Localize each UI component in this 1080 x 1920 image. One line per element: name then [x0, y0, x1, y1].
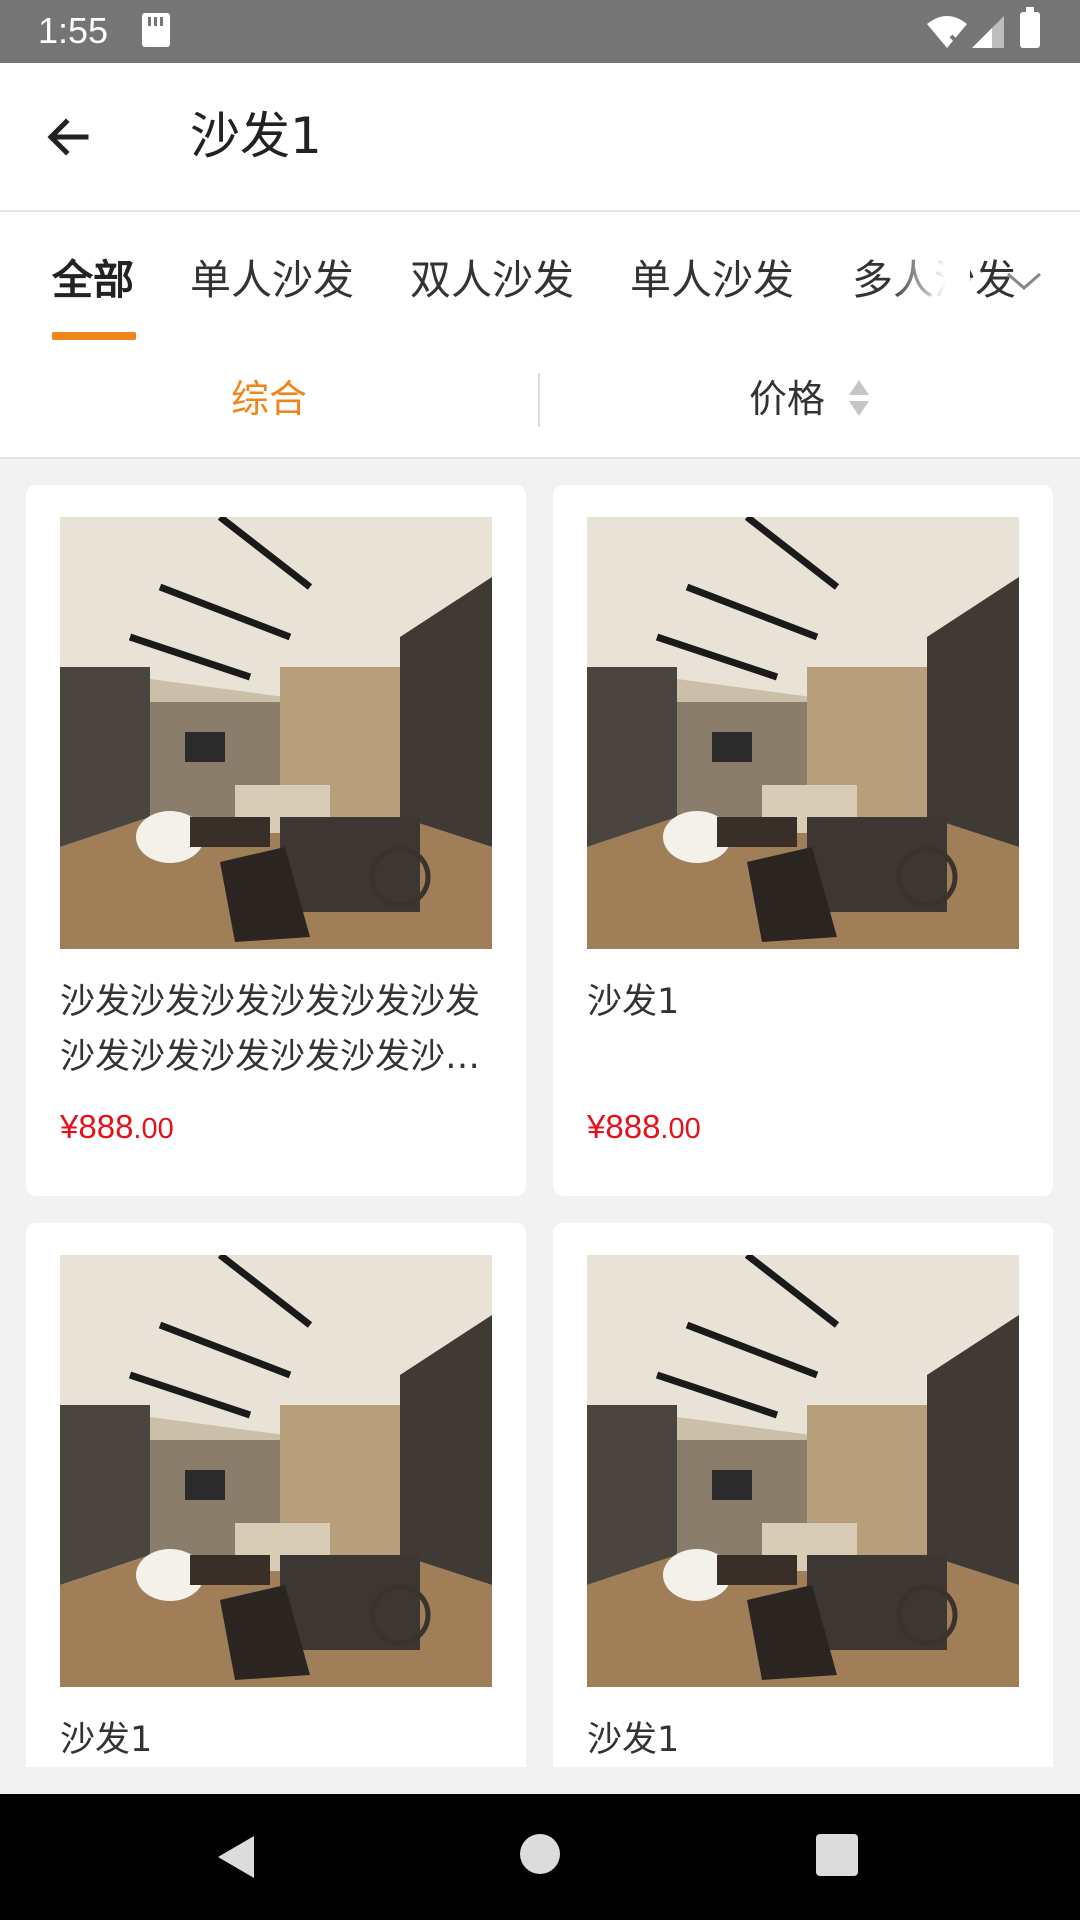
- nav-back-icon[interactable]: [212, 1832, 262, 1882]
- page-title: 沙发1: [190, 107, 322, 165]
- product-name: 沙发沙发沙发沙发沙发沙发沙发沙发沙发沙发沙发沙发沙发沙发: [60, 982, 481, 1077]
- category-tabs: 全部 单人沙发 双人沙发 单人沙发 多人沙发: [0, 212, 1080, 347]
- product-name: 沙发1: [587, 982, 680, 1022]
- app-bar: 沙发1: [0, 63, 1080, 212]
- product-name: 沙发1: [60, 1720, 153, 1760]
- product-image: [60, 1255, 492, 1687]
- sort-bar: 综合 价格: [0, 347, 1080, 459]
- product-card[interactable]: 沙发1: [553, 1223, 1053, 1767]
- battery-icon: [1020, 7, 1040, 48]
- product-name: 沙发1: [587, 1720, 680, 1760]
- navigation-bar: [0, 1794, 1080, 1920]
- product-card[interactable]: 沙发1 ¥888.00: [553, 485, 1053, 1196]
- status-time: 1:55: [38, 10, 109, 51]
- price-integer: 888: [78, 1108, 134, 1145]
- wifi-icon: [927, 16, 967, 50]
- product-card[interactable]: 沙发1: [26, 1223, 526, 1767]
- sort-price-label: 价格: [748, 377, 825, 421]
- price-cents: .00: [133, 1113, 174, 1145]
- tab-single-sofa-2[interactable]: 单人沙发: [630, 252, 794, 308]
- nav-recent-icon[interactable]: [816, 1834, 858, 1876]
- price-symbol: ¥: [587, 1108, 606, 1145]
- tab-double-sofa[interactable]: 双人沙发: [410, 252, 574, 308]
- tab-indicator: [52, 332, 136, 340]
- tab-all[interactable]: 全部: [52, 252, 134, 308]
- product-image: [60, 517, 492, 949]
- sort-general[interactable]: 综合: [0, 347, 538, 457]
- nav-home-icon[interactable]: [518, 1832, 562, 1876]
- tabs-fade: [890, 212, 970, 347]
- product-price: ¥888.00: [587, 1105, 701, 1151]
- tab-single-sofa[interactable]: 单人沙发: [190, 252, 354, 308]
- price-integer: 888: [605, 1108, 661, 1145]
- product-image: [587, 1255, 1019, 1687]
- chevron-down-icon[interactable]: [1000, 264, 1048, 296]
- signal-icon: [972, 16, 1004, 48]
- price-cents: .00: [660, 1113, 701, 1145]
- product-image: [587, 517, 1019, 949]
- back-arrow-icon[interactable]: [40, 109, 96, 165]
- product-price: ¥888.00: [60, 1105, 174, 1151]
- product-card[interactable]: 沙发沙发沙发沙发沙发沙发沙发沙发沙发沙发沙发沙发沙发沙发 ¥888.00: [26, 485, 526, 1196]
- sort-price[interactable]: 价格: [540, 347, 1080, 457]
- status-bar: 1:55: [0, 0, 1080, 63]
- sd-card-icon: [142, 13, 170, 47]
- price-symbol: ¥: [60, 1108, 79, 1145]
- sort-arrows-icon: [849, 379, 870, 416]
